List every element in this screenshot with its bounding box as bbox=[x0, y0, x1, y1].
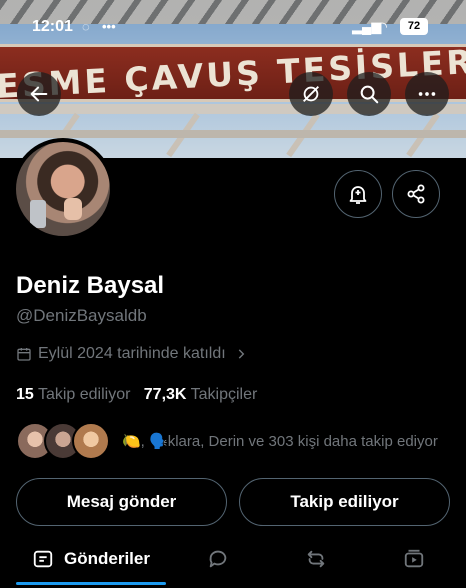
followers-link[interactable]: 77,3K Takipçiler bbox=[144, 386, 258, 403]
profile-tabs: Gönderiler bbox=[0, 536, 466, 588]
posts-icon bbox=[33, 550, 53, 568]
followers-count: 77,3K bbox=[143, 386, 187, 403]
tab-reposts[interactable] bbox=[294, 536, 338, 582]
translate-off-icon bbox=[303, 86, 319, 102]
share-button[interactable] bbox=[392, 170, 440, 218]
following-button[interactable]: Takip ediliyor bbox=[239, 478, 450, 526]
more-notifications-icon: ••• bbox=[102, 19, 116, 34]
search-button[interactable] bbox=[347, 72, 391, 116]
joined-date[interactable]: Eylül 2024 tarihinde katıldı bbox=[16, 345, 248, 363]
profile-avatar[interactable] bbox=[12, 138, 114, 240]
more-icon bbox=[418, 92, 436, 96]
follow-stats: 15 Takip ediliyor 77,3K Takipçiler bbox=[16, 386, 257, 404]
following-count: 15 bbox=[16, 386, 34, 403]
status-bar: 12:01 ◌ ••• ▂▄▆ ◠ 72 bbox=[0, 14, 466, 42]
following-link[interactable]: 15 Takip ediliyor bbox=[16, 386, 130, 403]
battery-icon: 72 bbox=[400, 18, 428, 35]
banner-beam bbox=[0, 130, 466, 138]
tab-replies[interactable] bbox=[196, 536, 240, 582]
followed-by-text: 🍋, 🗣️klara, Derin ve 303 kişi daha takip… bbox=[122, 433, 438, 450]
tab-posts[interactable]: Gönderiler bbox=[16, 536, 166, 582]
calendar-icon bbox=[17, 348, 31, 361]
profile-handle: @DenizBaysaldb bbox=[16, 306, 147, 325]
search-icon bbox=[360, 85, 379, 104]
profile-name: Deniz Baysal bbox=[16, 272, 165, 299]
avatar-detail bbox=[64, 198, 82, 220]
banner-sign-text: ESME ÇAVUŞ TESİSLERİ bbox=[0, 40, 466, 106]
banner-beam bbox=[0, 104, 466, 114]
joined-text: Eylül 2024 tarihinde katıldı bbox=[38, 345, 226, 362]
tab-media[interactable] bbox=[392, 536, 436, 582]
chevron-right-icon bbox=[238, 349, 244, 359]
status-time: 12:01 bbox=[32, 18, 73, 35]
avatar-detail bbox=[30, 200, 46, 228]
replies-icon bbox=[209, 550, 227, 568]
back-arrow-icon bbox=[30, 86, 48, 102]
translate-button[interactable] bbox=[289, 72, 333, 116]
media-icon bbox=[404, 549, 424, 568]
message-button[interactable]: Mesaj gönder bbox=[16, 478, 227, 526]
followed-by-row[interactable]: 🍋, 🗣️klara, Derin ve 303 kişi daha takip… bbox=[16, 422, 438, 460]
reposts-icon bbox=[307, 550, 325, 568]
following-label: Takip ediliyor bbox=[37, 386, 131, 403]
banner-sign: ESME ÇAVUŞ TESİSLERİ bbox=[0, 41, 466, 105]
back-button[interactable] bbox=[17, 72, 61, 116]
tab-posts-label: Gönderiler bbox=[64, 549, 150, 568]
message-icon: ◌ bbox=[82, 19, 90, 34]
follower-avatar bbox=[72, 422, 110, 460]
followers-label: Takipçiler bbox=[190, 386, 258, 403]
active-tab-indicator bbox=[16, 582, 166, 585]
notifications-button[interactable] bbox=[334, 170, 382, 218]
share-icon bbox=[407, 184, 425, 204]
notification-bell-add-icon bbox=[349, 186, 367, 204]
more-button[interactable] bbox=[405, 72, 449, 116]
wifi-icon: ◠ bbox=[377, 19, 387, 34]
